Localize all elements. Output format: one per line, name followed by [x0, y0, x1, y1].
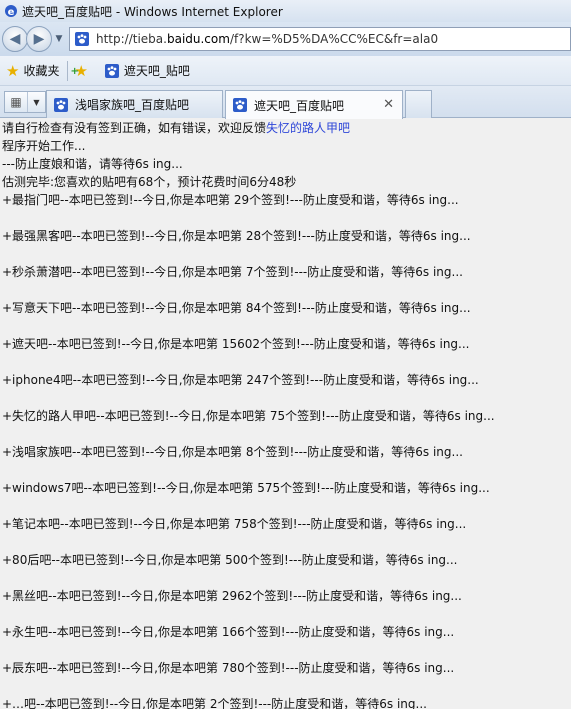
quick-tabs-icon: ▦ — [10, 95, 22, 109]
intro-line: 请自行检查有没有签到正确，如有错误，欢迎反馈失忆的路人甲吧 — [2, 119, 571, 137]
tab-label: 浅唱家族吧_百度贴吧 — [75, 98, 190, 112]
chevron-down-icon: ▼ — [55, 34, 63, 44]
tab-bar: ▦ ▼ 浅唱家族吧_百度贴吧 遮天吧_百度贴吧 ✕ — [0, 86, 571, 119]
signin-record: +windows7吧--本吧已签到!--今日,你是本吧第 575个签到!---防… — [2, 481, 490, 495]
favorites-bar: ★ 收藏夹 ★ 遮天吧_贴吧 — [0, 56, 571, 86]
ie-icon: e — [5, 5, 17, 18]
signin-record: +失忆的路人甲吧--本吧已签到!--今日,你是本吧第 75个签到!---防止度受… — [2, 409, 495, 423]
signin-record: +秒杀萧潜吧--本吧已签到!--今日,你是本吧第 7个签到!---防止度受和谐，… — [2, 265, 463, 279]
signin-record: +写意天下吧--本吧已签到!--今日,你是本吧第 84个签到!---防止度受和谐… — [2, 301, 471, 315]
signin-record: +80后吧--本吧已签到!--今日,你是本吧第 500个签到!---防止度受和谐… — [2, 553, 458, 567]
signin-record: +最指门吧--本吧已签到!--今日,你是本吧第 29个签到!---防止度受和谐，… — [2, 193, 459, 207]
signin-record: +黑丝吧--本吧已签到!--今日,你是本吧第 2962个签到!---防止度受和谐… — [2, 589, 462, 603]
back-arrow-icon: ◀ — [9, 31, 21, 47]
signin-record: +iphone4吧--本吧已签到!--今日,你是本吧第 247个签到!---防止… — [2, 373, 479, 387]
intro-text: 请自行检查有没有签到正确，如有错误，欢迎反馈 — [2, 121, 267, 135]
url-text: http://tieba.baidu.com/f?kw=%D5%DA%CC%EC… — [96, 32, 439, 46]
tab-label: 遮天吧_百度贴吧 — [254, 98, 345, 113]
wait-line: ---防止度娘和谐，请等待6s ing... — [2, 157, 183, 171]
favorites-label: 收藏夹 — [23, 64, 60, 78]
signin-record: +永生吧--本吧已签到!--今日,你是本吧第 166个签到!---防止度受和谐，… — [2, 625, 455, 639]
favorite-link[interactable]: 遮天吧_贴吧 — [100, 62, 190, 79]
tab-active[interactable]: 遮天吧_百度贴吧 ✕ — [225, 90, 403, 119]
nav-buttons: ◀ ▶ ▼ — [2, 26, 65, 52]
new-tab-button[interactable] — [405, 90, 432, 118]
start-line: 程序开始工作... — [2, 139, 86, 153]
favorite-link-label: 遮天吧_贴吧 — [123, 64, 190, 78]
tab-inactive[interactable]: 浅唱家族吧_百度贴吧 — [46, 90, 223, 118]
signin-record: +辰东吧--本吧已签到!--今日,你是本吧第 780个签到!---防止度受和谐，… — [2, 661, 455, 675]
close-icon[interactable]: ✕ — [383, 97, 394, 112]
signin-record: +最强黑客吧--本吧已签到!--今日,你是本吧第 28个签到!---防止度受和谐… — [2, 229, 471, 243]
window-title: 遮天吧_百度贴吧 - Windows Internet Explorer — [22, 4, 283, 19]
baidu-paw-icon — [53, 97, 69, 113]
signin-record: +…吧--本吧已签到!--今日,你是本吧第 2个签到!---防止度受和谐，等待6… — [2, 697, 427, 709]
back-button[interactable]: ◀ — [2, 26, 28, 52]
navigation-bar: ◀ ▶ ▼ http://tieba.baidu.com/f?kw=%D5%DA… — [0, 22, 571, 56]
baidu-paw-icon — [232, 97, 248, 113]
address-field[interactable]: http://tieba.baidu.com/f?kw=%D5%DA%CC%EC… — [69, 27, 571, 51]
divider — [67, 60, 69, 81]
favorites-button[interactable]: ★ 收藏夹 — [6, 62, 59, 80]
feedback-link[interactable]: 失忆的路人甲吧 — [266, 121, 350, 135]
forward-arrow-icon: ▶ — [33, 31, 45, 47]
signin-record: +笔记本吧--本吧已签到!--今日,你是本吧第 758个签到!---防止度受和谐… — [2, 517, 467, 531]
page-content: 请自行检查有没有签到正确，如有错误，欢迎反馈失忆的路人甲吧 程序开始工作... … — [0, 119, 571, 709]
add-favorite-icon[interactable]: ★ — [70, 62, 88, 80]
baidu-paw-icon — [74, 31, 90, 47]
svg-text:e: e — [8, 7, 15, 18]
recent-pages-dropdown[interactable]: ▼ — [53, 34, 65, 44]
star-icon: ★ — [6, 61, 20, 80]
signin-record: +遮天吧--本吧已签到!--今日,你是本吧第 15602个签到!---防止度受和… — [2, 337, 470, 351]
baidu-paw-icon — [104, 63, 120, 79]
signin-record: +浅唱家族吧--本吧已签到!--今日,你是本吧第 8个签到!---防止度受和谐，… — [2, 445, 463, 459]
title-bar: e 遮天吧_百度贴吧 - Windows Internet Explorer — [0, 0, 571, 22]
quick-tabs-button[interactable]: ▦ ▼ — [4, 91, 46, 113]
detect-line: 估测完毕:您喜欢的贴吧有68个，预计花费时间6分48秒 — [2, 175, 297, 189]
forward-button[interactable]: ▶ — [26, 26, 52, 52]
tab-list-dropdown[interactable]: ▼ — [27, 92, 45, 112]
